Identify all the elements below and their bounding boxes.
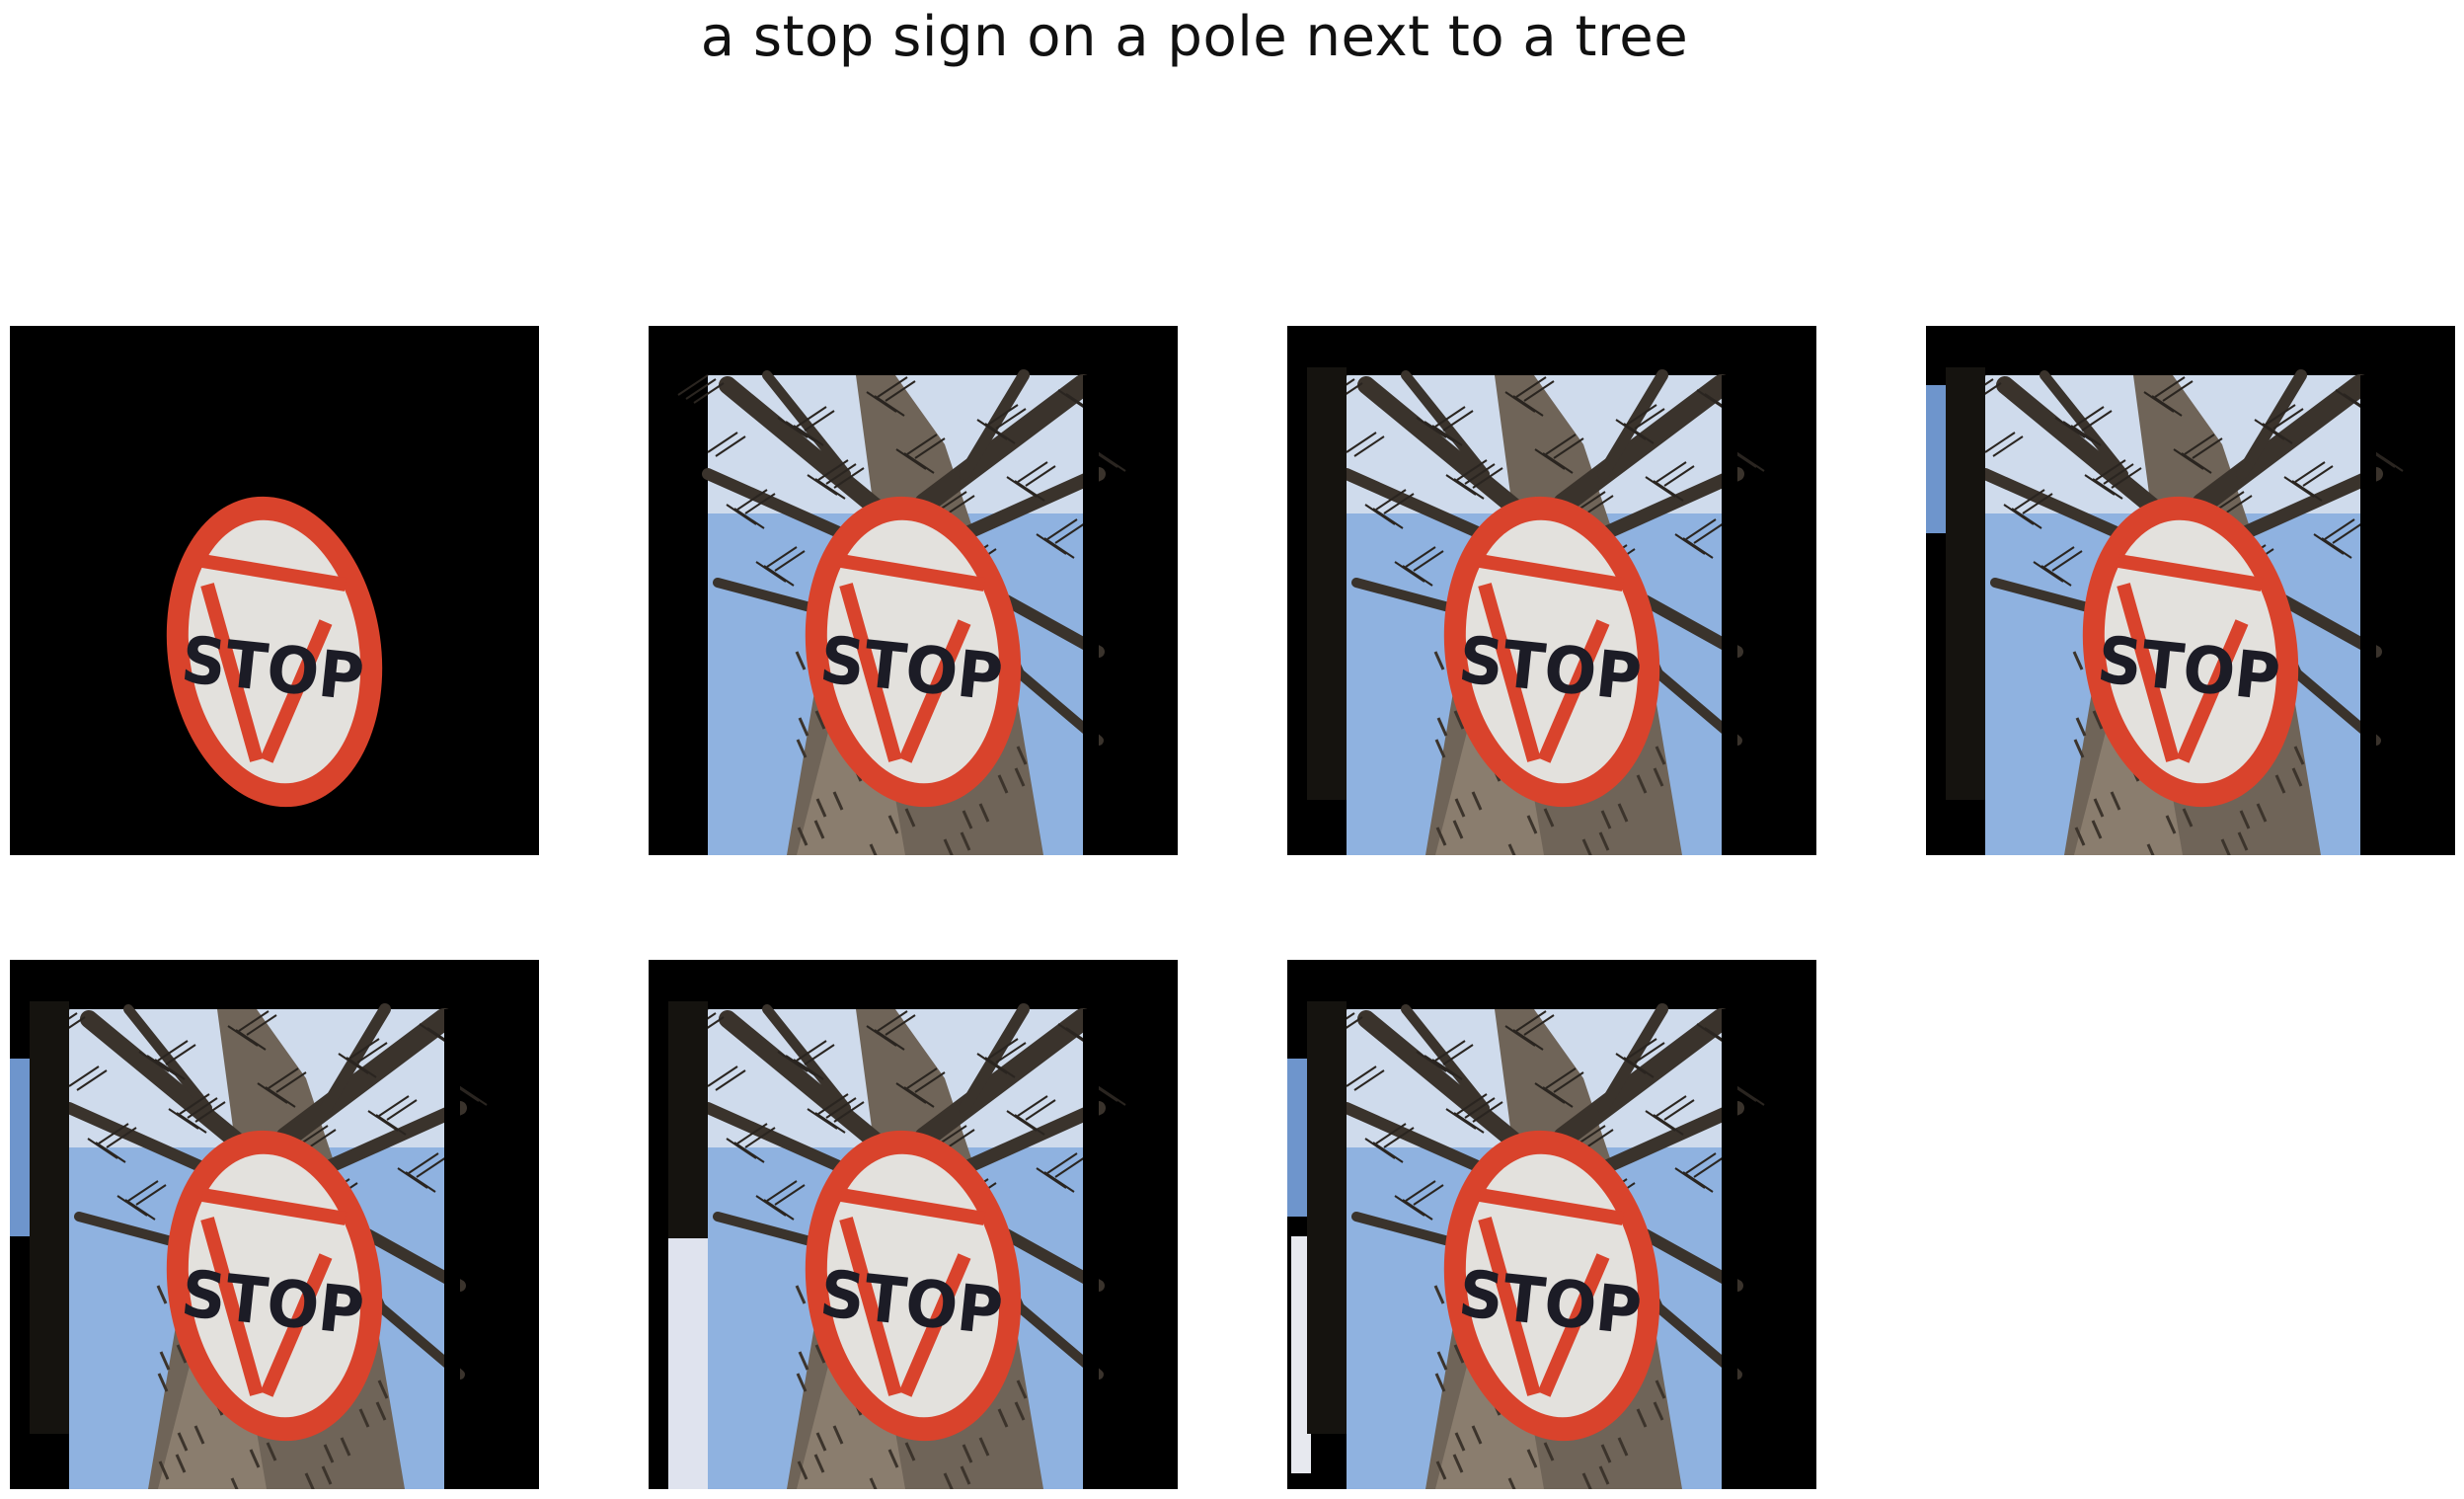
- image-panel-4: STOP: [1926, 326, 2455, 855]
- scene-image: STOP: [1287, 326, 1816, 855]
- scene-image: STOP: [1926, 326, 2455, 855]
- image-panel-1: STOP: [10, 326, 539, 855]
- scene-image: STOP: [649, 960, 1178, 1489]
- image-panel-5: STOP: [10, 960, 539, 1489]
- scene-image: STOP: [649, 326, 1178, 855]
- masked-sign-image: STOP: [10, 326, 539, 855]
- image-panel-7: STOP: [1287, 960, 1816, 1489]
- scene-image: STOP: [10, 960, 539, 1489]
- image-panel-6: STOP: [649, 960, 1178, 1489]
- figure-title: a stop sign on a pole next to a tree: [700, 5, 1689, 69]
- scene-image: STOP: [1287, 960, 1816, 1489]
- image-panel-3: STOP: [1287, 326, 1816, 855]
- image-panel-2: STOP: [649, 326, 1178, 855]
